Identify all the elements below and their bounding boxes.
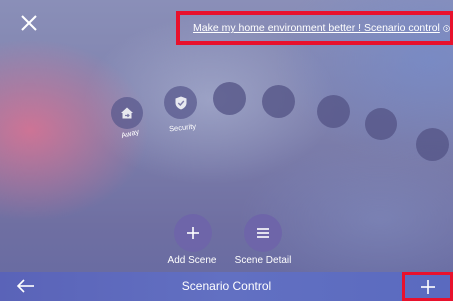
bottom-bar: Scenario Control xyxy=(0,272,453,301)
list-icon xyxy=(257,228,269,238)
scene-slot-4[interactable] xyxy=(262,85,295,118)
scene-away-circle[interactable] xyxy=(111,97,143,129)
scene-detail-button[interactable] xyxy=(244,214,282,252)
plus-icon xyxy=(420,279,435,294)
add-scene-label[interactable]: Add Scene xyxy=(168,255,217,266)
scene-slot-3[interactable] xyxy=(213,82,246,115)
add-button[interactable] xyxy=(402,272,453,301)
plus-icon xyxy=(187,227,199,239)
scene-security-label: Security xyxy=(168,121,197,134)
shield-check-icon xyxy=(175,96,186,109)
close-icon[interactable] xyxy=(18,12,40,34)
scene-security-circle[interactable] xyxy=(164,86,197,119)
page-title: Scenario Control xyxy=(181,279,272,293)
add-scene-button[interactable] xyxy=(174,214,212,252)
scene-slot-6[interactable] xyxy=(365,108,397,140)
circle-chevron-right-icon xyxy=(443,24,450,32)
scene-detail-label[interactable]: Scene Detail xyxy=(235,255,292,266)
banner-text[interactable]: Make my home environment better ! Scenar… xyxy=(193,22,440,34)
scenario-control-banner[interactable]: Make my home environment better ! Scenar… xyxy=(176,11,453,45)
home-away-icon xyxy=(121,107,133,119)
arrow-left-icon[interactable] xyxy=(16,278,36,294)
scene-slot-7[interactable] xyxy=(416,128,449,161)
scene-away-label: Away xyxy=(120,126,141,141)
scene-slot-5[interactable] xyxy=(317,95,350,128)
